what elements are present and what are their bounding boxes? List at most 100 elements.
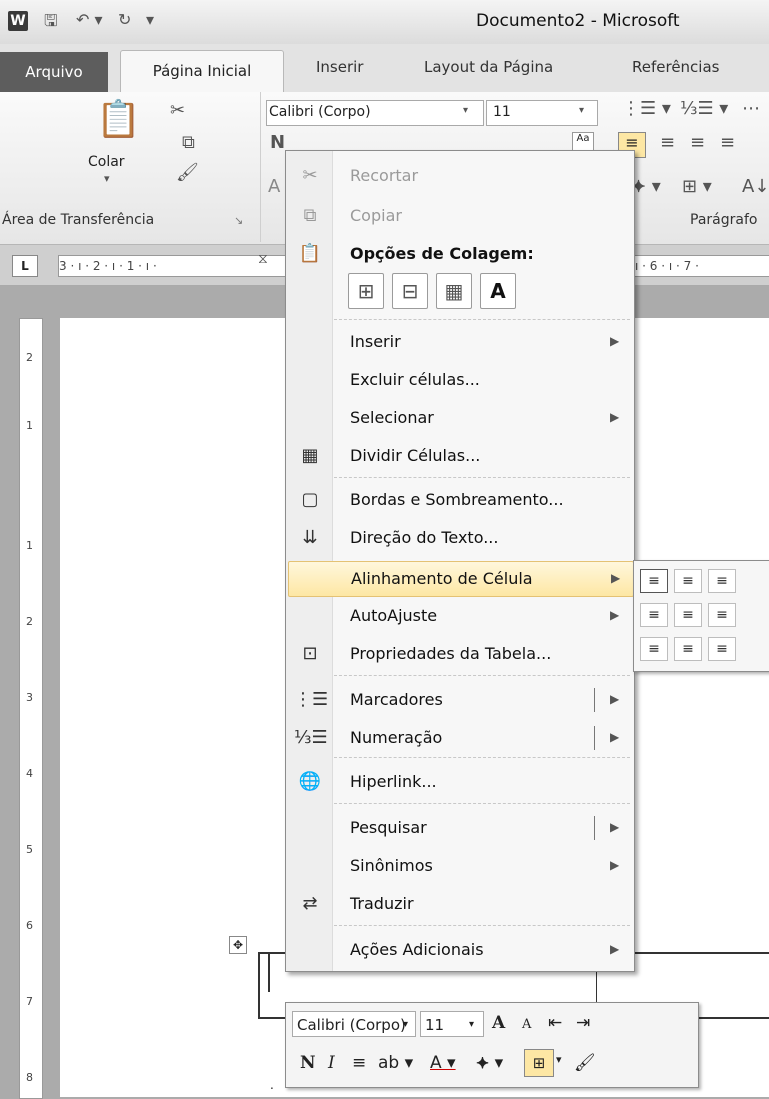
word-app-icon[interactable]: W xyxy=(8,11,28,31)
paste-text-only-icon[interactable]: A xyxy=(480,273,516,309)
menu-item-table-properties[interactable]: ⊡ Propriedades da Tabela... xyxy=(288,637,632,671)
bold-button[interactable]: N xyxy=(300,1053,316,1073)
table-properties-icon: ⊡ xyxy=(302,643,318,664)
menu-item-search[interactable]: Pesquisar ▶ xyxy=(288,811,632,845)
window-title: Documento2 - Microsoft xyxy=(476,11,680,31)
grow-font-button[interactable]: A xyxy=(492,1013,505,1033)
multilevel-list-icon[interactable]: ⋯ xyxy=(742,98,760,119)
menu-item-additional-actions[interactable]: Ações Adicionais ▶ xyxy=(288,933,632,967)
bold-icon[interactable]: N xyxy=(270,132,285,153)
justify-icon[interactable]: ≡ xyxy=(720,132,735,153)
submenu-arrow-icon[interactable]: ▶ xyxy=(610,730,619,744)
clipboard-group-label: Área de Transferência xyxy=(2,212,155,228)
cut-icon[interactable]: ✂ xyxy=(170,100,185,121)
align-top-left-icon[interactable]: ≡ xyxy=(640,569,668,593)
text-direction-icon: ⇊ xyxy=(302,527,318,548)
sort-icon[interactable]: A↓ xyxy=(742,176,769,197)
mini-font-size-combo[interactable]: 11 ▾ xyxy=(420,1011,484,1037)
clear-format-icon[interactable]: Aa xyxy=(572,132,594,152)
table-move-handle-icon[interactable]: ✥ xyxy=(229,936,247,954)
align-right-icon[interactable]: ≡ xyxy=(690,132,705,153)
paste-dropdown-icon[interactable]: ▾ xyxy=(104,172,110,185)
submenu-arrow-icon[interactable]: ▶ xyxy=(610,820,619,834)
tab-referencias[interactable]: Referências xyxy=(632,58,719,76)
borders-icon[interactable]: ⊞ xyxy=(524,1049,554,1077)
menu-item-text-direction[interactable]: ⇊ Direção do Texto... xyxy=(288,521,632,555)
align-center-icon[interactable]: ≡ xyxy=(660,132,675,153)
menu-item-insert[interactable]: Inserir ▶ xyxy=(288,325,632,359)
menu-item-cut[interactable]: ✂ Recortar xyxy=(288,159,632,193)
borders-icon[interactable]: ⊞ ▾ xyxy=(682,176,712,197)
menu-item-split-cells[interactable]: ▦ Dividir Células... xyxy=(288,439,632,473)
menu-item-select[interactable]: Selecionar ▶ xyxy=(288,401,632,435)
copy-icon[interactable]: ⧉ xyxy=(182,132,195,153)
font-color-icon[interactable]: A ▾ xyxy=(430,1053,456,1073)
tab-arquivo[interactable]: Arquivo xyxy=(0,52,108,92)
align-bottom-left-icon[interactable]: ≡ xyxy=(640,637,668,661)
highlight-icon[interactable]: ab ▾ xyxy=(378,1053,413,1073)
chevron-down-icon[interactable]: ▾ xyxy=(556,1053,562,1066)
menu-item-synonyms[interactable]: Sinônimos ▶ xyxy=(288,849,632,883)
menu-item-label: Copiar xyxy=(350,206,402,225)
decrease-indent-icon[interactable]: ⇤ xyxy=(548,1013,562,1033)
dialog-launcher-icon[interactable]: ↘ xyxy=(234,214,243,227)
tab-inserir[interactable]: Inserir xyxy=(316,58,363,76)
shading-icon[interactable]: ⯌ ▾ xyxy=(632,176,661,197)
align-bottom-right-icon[interactable]: ≡ xyxy=(708,637,736,661)
save-icon[interactable]: 🖫 xyxy=(44,10,58,37)
increase-indent-icon[interactable]: ⇥ xyxy=(576,1013,590,1033)
tab-pagina-inicial[interactable]: Página Inicial xyxy=(120,50,284,94)
paste-merge-format-icon[interactable]: ⊟ xyxy=(392,273,428,309)
align-middle-center-icon[interactable]: ≡ xyxy=(674,603,702,627)
paste-button[interactable]: Colar xyxy=(88,154,125,170)
vruler-mark: 1 xyxy=(26,419,33,432)
tab-layout-da-pagina[interactable]: Layout da Página xyxy=(424,58,553,76)
undo-icon[interactable]: ↶ ▾ xyxy=(76,10,103,29)
numbering-icon: ⅓☰ xyxy=(294,727,328,748)
text-effects-icon[interactable]: A xyxy=(268,176,280,197)
format-painter-icon[interactable]: 🖌 xyxy=(176,162,199,183)
align-bottom-center-icon[interactable]: ≡ xyxy=(674,637,702,661)
menu-item-label: AutoAjuste xyxy=(350,606,438,625)
menu-item-delete-cells[interactable]: Excluir células... xyxy=(288,363,632,397)
align-middle-left-icon[interactable]: ≡ xyxy=(640,603,668,627)
format-painter-icon[interactable]: 🖌 xyxy=(574,1053,596,1073)
bullets-icon[interactable]: ⋮☰ ▾ xyxy=(622,98,671,119)
center-align-icon[interactable]: ≡ xyxy=(352,1053,366,1073)
menu-item-numbering[interactable]: ⅓☰ Numeração ▶ xyxy=(288,721,632,755)
align-middle-right-icon[interactable]: ≡ xyxy=(708,603,736,627)
tab-selector-icon[interactable]: L xyxy=(12,255,38,277)
chevron-down-icon[interactable]: ▾ xyxy=(403,1012,408,1038)
vertical-ruler[interactable]: 2 1 1 2 3 4 5 6 7 8 xyxy=(19,318,43,1099)
paste-nested-table-icon[interactable]: ▦ xyxy=(436,273,472,309)
shrink-font-button[interactable]: A xyxy=(522,1017,531,1032)
chevron-down-icon[interactable]: ▾ xyxy=(579,105,584,116)
mini-font-name-combo[interactable]: Calibri (Corpo) ▾ xyxy=(292,1011,416,1037)
align-top-right-icon[interactable]: ≡ xyxy=(708,569,736,593)
vruler-mark: 2 xyxy=(26,351,33,364)
menu-item-copy[interactable]: ⧉ Copiar xyxy=(288,199,632,233)
customize-qat-icon[interactable]: ▾ xyxy=(146,10,154,29)
paste-icon[interactable]: 📋 xyxy=(96,98,141,140)
menu-item-bullets[interactable]: ⋮☰ Marcadores ▶ xyxy=(288,683,632,717)
paste-keep-format-icon[interactable]: ⊞ xyxy=(348,273,384,309)
submenu-arrow-icon[interactable]: ▶ xyxy=(610,692,619,706)
menu-item-borders[interactable]: ▢ Bordas e Sombreamento... xyxy=(288,483,632,517)
menu-item-label: Selecionar xyxy=(350,408,434,427)
italic-button[interactable]: I xyxy=(328,1053,335,1073)
menu-item-autofit[interactable]: AutoAjuste ▶ xyxy=(288,599,632,633)
menu-item-translate[interactable]: ⇄ Traduzir xyxy=(288,887,632,921)
chevron-down-icon[interactable]: ▾ xyxy=(463,105,468,116)
font-name-combo[interactable]: Calibri (Corpo) ▾ xyxy=(266,100,484,126)
indent-marker-icon[interactable]: ⧖ xyxy=(258,251,268,267)
chevron-down-icon[interactable]: ▾ xyxy=(469,1012,474,1038)
redo-icon[interactable]: ↻ xyxy=(118,10,131,29)
menu-item-cell-alignment[interactable]: Alinhamento de Célula ▶ xyxy=(288,561,634,597)
shading-icon[interactable]: ⯌ ▾ xyxy=(476,1053,503,1073)
align-top-center-icon[interactable]: ≡ xyxy=(674,569,702,593)
vruler-mark: 4 xyxy=(26,767,33,780)
translate-icon: ⇄ xyxy=(302,893,318,914)
font-size-combo[interactable]: 11 ▾ xyxy=(486,100,598,126)
menu-item-hyperlink[interactable]: 🌐 Hiperlink... xyxy=(288,765,632,799)
numbering-icon[interactable]: ⅓☰ ▾ xyxy=(680,98,728,119)
